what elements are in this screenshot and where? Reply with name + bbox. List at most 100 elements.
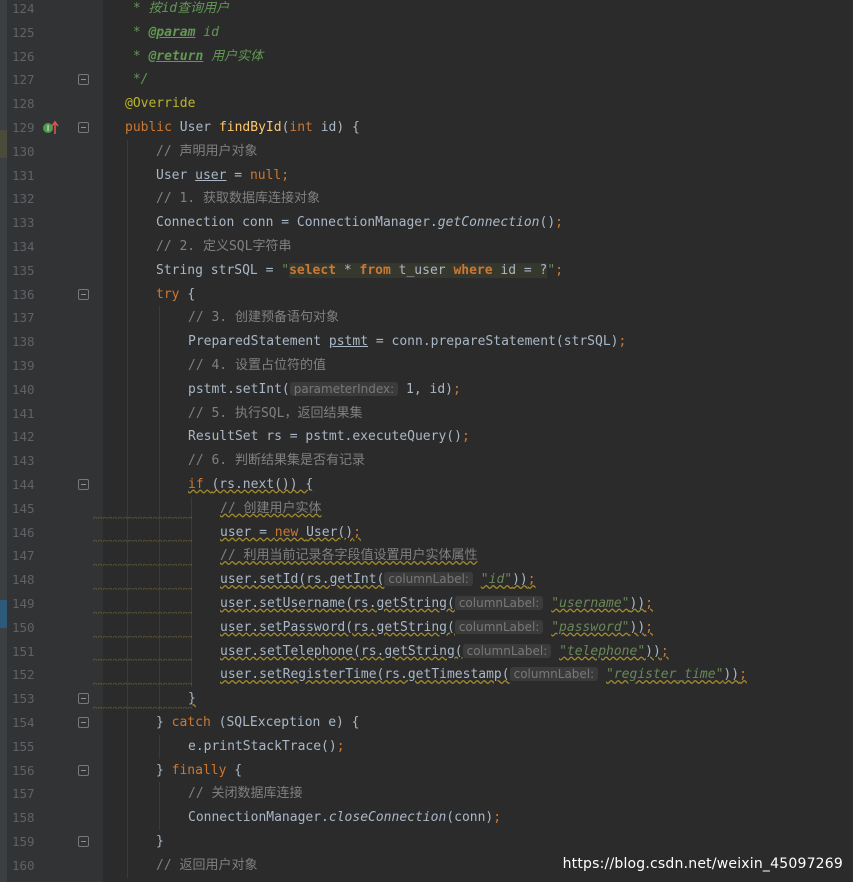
code-token: @return: [148, 48, 204, 64]
code-text[interactable]: // 3. 创建预备语句对象: [125, 306, 339, 330]
code-line[interactable]: 156} finally {: [0, 758, 853, 783]
code-text[interactable]: * @param id: [125, 21, 219, 45]
code-text[interactable]: ResultSet rs = pstmt.executeQuery();: [125, 425, 470, 449]
code-line[interactable]: 129 Ipublic User findById(int id) {: [0, 116, 853, 140]
code-token: Connection conn = ConnectionManager.: [156, 215, 438, 231]
code-line[interactable]: 138 PreparedStatement pstmt = conn.prepar…: [0, 330, 853, 355]
code-line[interactable]: 127 */: [0, 68, 853, 92]
code-token: // 返回用户对象: [156, 857, 258, 873]
code-line[interactable]: 158 ConnectionManager.closeConnection(con…: [0, 806, 853, 831]
code-text[interactable]: // 声明用户对象: [125, 140, 257, 164]
code-text[interactable]: } catch (SQLException e) {: [125, 711, 360, 735]
line-number: 142: [12, 429, 35, 445]
code-text[interactable]: ConnectionManager.closeConnection(conn);: [125, 806, 501, 830]
code-text[interactable]: // 返回用户对象: [125, 854, 257, 878]
code-text[interactable]: public User findById(int id) {: [125, 116, 360, 140]
code-token: ;: [555, 262, 564, 278]
code-line[interactable]: 136 try {: [0, 282, 853, 307]
code-text[interactable]: } finally {: [125, 759, 242, 783]
code-line[interactable]: 147 // 利用当前记录各字段值设置用户实体属性: [0, 544, 853, 569]
code-text[interactable]: e.printStackTrace();: [125, 735, 345, 759]
code-text[interactable]: pstmt.setInt(parameterIndex: 1, id);: [125, 378, 461, 402]
code-line[interactable]: 146 user = new User();: [0, 520, 853, 545]
code-text[interactable]: */: [125, 68, 149, 92]
code-text[interactable]: // 1. 获取数据库连接对象: [125, 187, 320, 211]
code-line[interactable]: 132 // 1. 获取数据库连接对象: [0, 187, 853, 212]
code-text[interactable]: @Override: [125, 92, 195, 116]
code-text[interactable]: User user = null;: [125, 164, 289, 188]
code-line[interactable]: 154} catch (SQLException e) {: [0, 710, 853, 735]
code-line[interactable]: 149 user.setUsername(rs.getString(columnL…: [0, 591, 853, 616]
code-line[interactable]: 150 user.setPassword(rs.getString(columnL…: [0, 615, 853, 640]
code-text[interactable]: user.setTelephone(rs.getString(columnLab…: [125, 640, 669, 664]
code-line[interactable]: 143 // 6. 判断结果集是否有记录: [0, 449, 853, 474]
code-token: *: [336, 262, 360, 278]
code-line[interactable]: 124 * 按id查询用户: [0, 0, 853, 21]
code-line[interactable]: 134 // 2. 定义SQL字符串: [0, 234, 853, 259]
fold-toggle-icon[interactable]: [78, 478, 89, 490]
code-token: *: [125, 24, 149, 40]
code-text[interactable]: String strSQL = "select * from t_user wh…: [125, 259, 563, 283]
code-text[interactable]: // 6. 判断结果集是否有记录: [125, 449, 365, 473]
code-text[interactable]: user = new User();: [125, 521, 361, 545]
code-text[interactable]: user.setUsername(rs.getString(columnLabe…: [125, 592, 653, 616]
code-token: // 2. 定义SQL字符串: [156, 238, 292, 254]
code-line[interactable]: 141 // 5. 执行SQL，返回结果集: [0, 401, 853, 426]
code-token: // 关闭数据库连接: [188, 786, 303, 802]
code-line[interactable]: 131 User user = null;: [0, 163, 853, 188]
code-text[interactable]: user.setId(rs.getInt(columnLabel: "id"))…: [125, 568, 536, 592]
code-line[interactable]: 140 pstmt.setInt(parameterIndex: 1, id);: [0, 377, 853, 402]
fold-end-icon[interactable]: [78, 835, 89, 847]
line-number: 155: [12, 738, 35, 754]
code-token: ;: [618, 334, 627, 350]
code-token: ;: [281, 167, 290, 183]
code-line[interactable]: 152 user.setRegisterTime(rs.getTimestamp(…: [0, 663, 853, 688]
code-editor[interactable]: 124 * 按id查询用户 125 * @param id 126 * @retur…: [0, 0, 853, 878]
code-line[interactable]: 151 user.setTelephone(rs.getString(column…: [0, 639, 853, 664]
code-token: public: [125, 119, 180, 135]
code-line[interactable]: 155 e.printStackTrace();: [0, 734, 853, 759]
code-line[interactable]: 148 user.setId(rs.getInt(columnLabel: "id…: [0, 568, 853, 593]
code-text[interactable]: * @return 用户实体: [125, 45, 263, 69]
code-line[interactable]: 145 // 创建用户实体: [0, 496, 853, 521]
code-text[interactable]: user.setPassword(rs.getString(columnLabe…: [125, 616, 653, 640]
code-text[interactable]: try {: [125, 283, 195, 307]
code-line[interactable]: 135 String strSQL = "select * from t_user…: [0, 258, 853, 283]
code-text[interactable]: PreparedStatement pstmt = conn.prepareSt…: [125, 330, 626, 354]
code-text[interactable]: // 关闭数据库连接: [125, 782, 302, 806]
code-line[interactable]: 137 // 3. 创建预备语句对象: [0, 306, 853, 331]
fold-toggle-icon[interactable]: [78, 288, 89, 300]
code-line[interactable]: 153}: [0, 687, 853, 712]
code-text[interactable]: * 按id查询用户: [125, 0, 229, 21]
code-text[interactable]: }: [125, 830, 164, 854]
code-line[interactable]: 130 // 声明用户对象: [0, 139, 853, 164]
code-text[interactable]: user.setRegisterTime(rs.getTimestamp(col…: [125, 663, 747, 687]
code-text[interactable]: // 创建用户实体: [125, 497, 321, 521]
fold-end-icon[interactable]: [78, 74, 89, 86]
code-line[interactable]: 126 * @return 用户实体: [0, 45, 853, 69]
code-text[interactable]: }: [125, 687, 196, 711]
fold-toggle-icon[interactable]: [78, 716, 89, 728]
line-number: 157: [12, 786, 35, 802]
code-token: null: [249, 167, 282, 183]
code-text[interactable]: Connection conn = ConnectionManager.getC…: [125, 211, 563, 235]
fold-toggle-icon[interactable]: [78, 121, 89, 133]
code-text[interactable]: // 2. 定义SQL字符串: [125, 235, 291, 259]
code-text[interactable]: // 5. 执行SQL，返回结果集: [125, 402, 362, 426]
code-line[interactable]: 125 * @param id: [0, 21, 853, 45]
code-text[interactable]: // 利用当前记录各字段值设置用户实体属性: [125, 544, 477, 568]
code-line[interactable]: 159}: [0, 829, 853, 854]
code-line[interactable]: 157 // 关闭数据库连接: [0, 782, 853, 807]
code-text[interactable]: // 4. 设置占位符的值: [125, 354, 326, 378]
fold-toggle-icon[interactable]: [78, 764, 89, 776]
code-token: id: [161, 1, 178, 16]
code-line[interactable]: 128 @Override: [0, 92, 853, 116]
code-line[interactable]: 142 ResultSet rs = pstmt.executeQuery();: [0, 425, 853, 450]
code-token: e.printStackTrace(): [188, 738, 337, 754]
line-number: 150: [12, 619, 35, 635]
code-line[interactable]: 144 if (rs.next()) {: [0, 472, 853, 497]
code-text[interactable]: if (rs.next()) {: [125, 473, 313, 497]
code-line[interactable]: 139 // 4. 设置占位符的值: [0, 353, 853, 378]
fold-end-icon[interactable]: [78, 693, 89, 705]
code-line[interactable]: 133 Connection conn = ConnectionManager.g…: [0, 211, 853, 236]
